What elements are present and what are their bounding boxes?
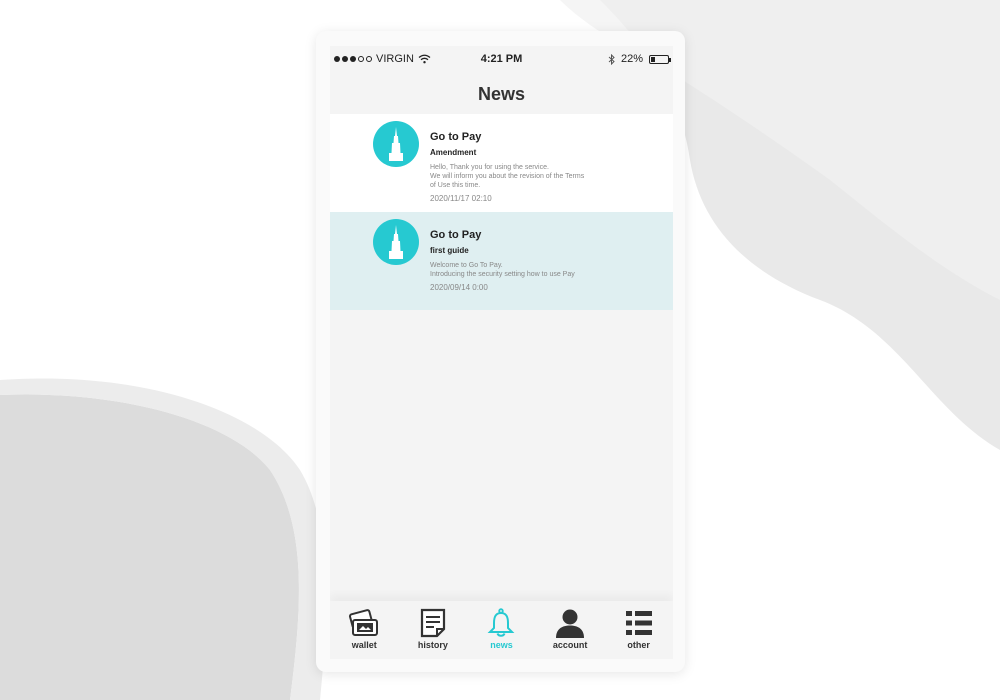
phone-frame: VIRGIN 4:21 PM 22% News Go to Pay Amendm… [316, 31, 685, 672]
tab-wallet[interactable]: wallet [334, 607, 394, 650]
tab-news[interactable]: news [471, 607, 531, 650]
tab-account[interactable]: account [540, 607, 600, 650]
status-right: 22% [608, 53, 671, 65]
tab-label: wallet [351, 640, 377, 650]
tab-bar: wallet history news account other [330, 601, 673, 659]
news-date: 2020/11/17 02:10 [430, 194, 492, 203]
tab-other[interactable]: other [609, 607, 669, 650]
tower-avatar-icon [373, 219, 419, 265]
news-item[interactable]: Go to Pay Amendment Hello, Thank you for… [330, 114, 673, 212]
phone-screen: VIRGIN 4:21 PM 22% News Go to Pay Amendm… [330, 46, 673, 659]
account-icon [540, 607, 600, 639]
news-subject: Amendment [430, 148, 477, 157]
page-title: News [477, 84, 526, 104]
news-body: Welcome to Go To Pay. Introducing the se… [430, 262, 575, 278]
history-icon [403, 607, 463, 639]
tab-label: account [552, 640, 588, 650]
battery-percent: 22% [620, 53, 643, 65]
news-subject: first guide [430, 246, 469, 255]
tab-label: history [417, 640, 448, 650]
news-date: 2020/09/14 0:00 [430, 283, 488, 292]
nav-header: News [330, 74, 673, 114]
news-sender: Go to Pay [430, 131, 482, 143]
news-item[interactable]: Go to Pay first guide Welcome to Go To P… [330, 212, 673, 310]
news-sender: Go to Pay [430, 229, 482, 241]
list-icon [609, 607, 669, 639]
news-body: Hello, Thank you for using the service. … [430, 164, 585, 189]
status-bar: VIRGIN 4:21 PM 22% [330, 46, 673, 74]
tab-label: news [490, 640, 513, 650]
tower-avatar-icon [373, 121, 419, 167]
bell-icon [471, 607, 531, 639]
news-list: Go to Pay Amendment Hello, Thank you for… [330, 114, 673, 310]
battery-icon [649, 54, 671, 64]
tab-label: other [627, 640, 650, 650]
bluetooth-icon [608, 53, 615, 65]
wallet-icon [334, 607, 394, 639]
tab-history[interactable]: history [403, 607, 463, 650]
battery-level [651, 56, 655, 62]
